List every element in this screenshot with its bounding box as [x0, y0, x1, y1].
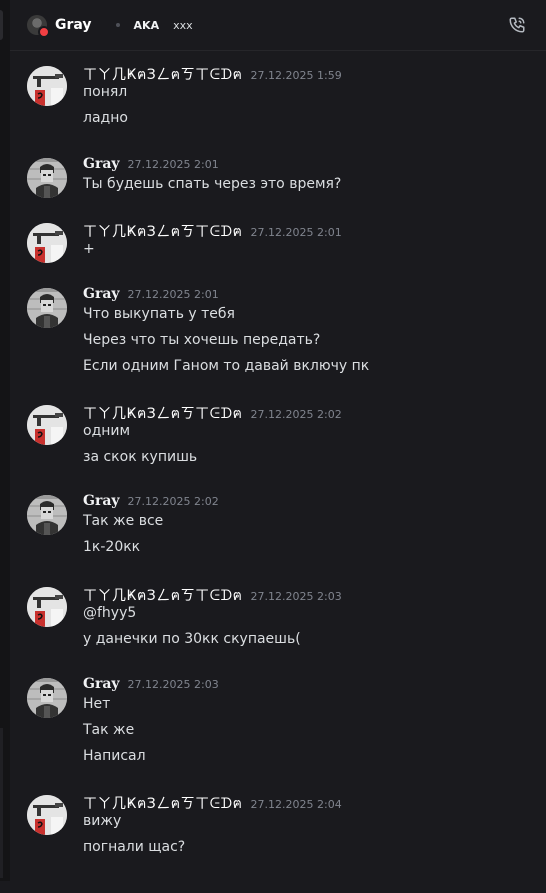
user-avatar[interactable]: [27, 795, 67, 835]
dm-header: Gray AKA xxx: [10, 0, 546, 51]
message-text: Ты будешь спать через это время?: [83, 176, 342, 192]
message-header: Gray 27.12.2025 2:02: [83, 493, 219, 513]
message-timestamp: 27.12.2025 2:02: [127, 495, 219, 508]
message-timestamp: 27.12.2025 2:03: [127, 678, 219, 691]
message-timestamp: 27.12.2025 2:01: [127, 158, 219, 171]
message-timestamp: 27.12.2025 2:01: [127, 288, 219, 301]
author-name[interactable]: Gray: [83, 676, 120, 692]
message-group: Gray 27.12.2025 2:02 Так же все 1к-20кк: [10, 493, 546, 593]
message-text: Так же: [83, 722, 135, 738]
server-rail-edge: [0, 0, 10, 881]
message-group: Gray 27.12.2025 2:03 Нет Так же Написал: [10, 676, 546, 776]
author-name[interactable]: Gray: [83, 286, 120, 302]
message-text: 1к-20кк: [83, 539, 141, 555]
author-name[interactable]: ㄒㄚ几ҜฅЗㄥฅㄎㄒᕮᗪฅ: [83, 793, 243, 815]
message-text: +: [83, 241, 95, 257]
message-text: ладно: [83, 110, 128, 126]
header-avatar[interactable]: [27, 15, 50, 38]
author-name[interactable]: ㄒㄚ几ҜฅЗㄥฅㄎㄒᕮᗪฅ: [83, 403, 243, 425]
message-timestamp: 27.12.2025 2:01: [250, 226, 342, 239]
message-text: вижу: [83, 813, 122, 829]
message-text: @fhyy5: [83, 605, 137, 621]
author-name[interactable]: ㄒㄚ几ҜฅЗㄥฅㄎㄒᕮᗪฅ: [83, 221, 243, 243]
message-group: ㄒㄚ几ҜฅЗㄥฅㄎㄒᕮᗪฅ 27.12.2025 2:03 @fhyy5 у дане…: [10, 585, 546, 685]
message-text: одним: [83, 423, 131, 439]
message-text: понял: [83, 84, 128, 100]
message-group: Gray 27.12.2025 2:01 Что выкупать у тебя Че…: [10, 286, 546, 386]
message-group: ㄒㄚ几ҜฅЗㄥฅㄎㄒᕮᗪฅ 27.12.2025 2:04 вижу погнали …: [10, 793, 546, 893]
message-group: ㄒㄚ几ҜฅЗㄥฅㄎㄒᕮᗪฅ 27.12.2025 1:59 понял ладно: [10, 64, 546, 164]
user-avatar[interactable]: [27, 587, 67, 627]
user-avatar[interactable]: [27, 158, 67, 198]
message-text: Что выкупать у тебя: [83, 306, 235, 322]
author-name[interactable]: Gray: [83, 156, 120, 172]
user-avatar[interactable]: [27, 223, 67, 263]
message-text: Нет: [83, 696, 111, 712]
message-header: Gray 27.12.2025 2:01: [83, 286, 219, 306]
message-timestamp: 27.12.2025 2:04: [250, 798, 342, 811]
message-timestamp: 27.12.2025 1:59: [250, 69, 342, 82]
message-text: Написал: [83, 748, 146, 764]
message-group: ㄒㄚ几ҜฅЗㄥฅㄎㄒᕮᗪฅ 27.12.2025 2:02 одним за скок…: [10, 403, 546, 503]
user-avatar[interactable]: [27, 66, 67, 106]
message-text: Так же все: [83, 513, 164, 529]
author-name[interactable]: ㄒㄚ几ҜฅЗㄥฅㄎㄒᕮᗪฅ: [83, 585, 243, 607]
message-text: Через что ты хочешь передать?: [83, 332, 321, 348]
message-header: Gray 27.12.2025 2:03: [83, 676, 219, 696]
message-header: ㄒㄚ几ҜฅЗㄥฅㄎㄒᕮᗪฅ 27.12.2025 2:02: [83, 403, 342, 423]
message-text: у данечки по 30кк скупаешь(: [83, 631, 301, 647]
header-separator-dot: [115, 23, 120, 27]
aka-value: xxx: [173, 18, 193, 32]
message-text: за скок купишь: [83, 449, 198, 465]
aka-label: AKA: [133, 18, 160, 32]
message-timestamp: 27.12.2025 2:03: [250, 590, 342, 603]
header-username[interactable]: Gray: [55, 17, 92, 33]
message-list: ㄒㄚ几ҜฅЗㄥฅㄎㄒᕮᗪฅ 27.12.2025 1:59 понял ладно Gr…: [10, 50, 546, 881]
message-header: ㄒㄚ几ҜฅЗㄥฅㄎㄒᕮᗪฅ 27.12.2025 1:59: [83, 64, 342, 84]
author-name[interactable]: ㄒㄚ几ҜฅЗㄥฅㄎㄒᕮᗪฅ: [83, 64, 243, 86]
message-header: ㄒㄚ几ҜฅЗㄥฅㄎㄒᕮᗪฅ 27.12.2025 2:03: [83, 585, 342, 605]
rail-panel: [0, 728, 3, 878]
message-text: погнали щас?: [83, 839, 186, 855]
user-avatar[interactable]: [27, 405, 67, 445]
author-name[interactable]: Gray: [83, 493, 120, 509]
dnd-status-icon: [38, 26, 50, 38]
user-avatar[interactable]: [27, 678, 67, 718]
message-text: Если одним Ганом то давай включу пк: [83, 358, 370, 374]
message-header: ㄒㄚ几ҜฅЗㄥฅㄎㄒᕮᗪฅ 27.12.2025 2:04: [83, 793, 342, 813]
voice-call-icon[interactable]: [508, 16, 526, 34]
message-header: Gray 27.12.2025 2:01: [83, 156, 219, 176]
user-avatar[interactable]: [27, 495, 67, 535]
message-header: ㄒㄚ几ҜฅЗㄥฅㄎㄒᕮᗪฅ 27.12.2025 2:01: [83, 221, 342, 241]
rail-indicator: [0, 10, 3, 40]
user-avatar[interactable]: [27, 288, 67, 328]
message-timestamp: 27.12.2025 2:02: [250, 408, 342, 421]
